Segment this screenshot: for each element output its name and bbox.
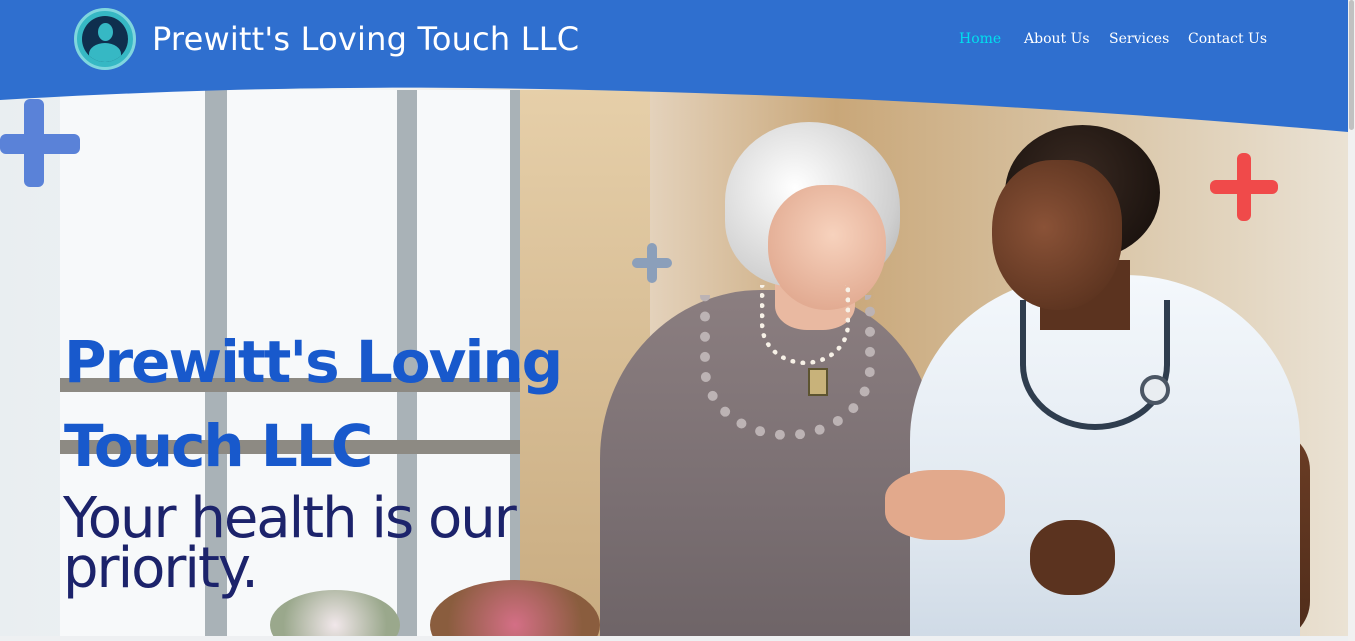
nav-item-contact-us[interactable]: Contact Us [1188,31,1267,47]
nurse-face [992,160,1122,310]
hero-title-line-1: Prewitt's Loving [64,328,563,396]
brand-name[interactable]: Prewitt's Loving Touch LLC [152,20,579,58]
hero-tagline-line-2: priority. [63,536,259,601]
page-scrollbar[interactable] [1348,0,1355,641]
stethoscope-chestpiece [1140,375,1170,405]
plus-icon [1210,153,1278,221]
nav-item-about-us[interactable]: About Us [1024,31,1090,47]
scrollbar-thumb[interactable] [1349,0,1354,130]
plus-icon [632,243,672,283]
elderly-woman-hand [885,470,1005,540]
nurse-hand [1030,520,1115,595]
pearl-necklace [760,285,850,365]
nav-item-home[interactable]: Home [959,31,1001,47]
hero-tagline: Your health is our priority. [63,491,583,597]
doctor-avatar-icon[interactable] [74,8,136,70]
hero-title-line-2: Touch LLC [64,412,373,480]
stethoscope [1020,300,1170,430]
page-bottom-edge [0,636,1348,641]
pendant [808,368,828,396]
nav-item-services[interactable]: Services [1109,31,1169,47]
hero-title: Prewitt's Loving Touch LLC [64,320,604,488]
